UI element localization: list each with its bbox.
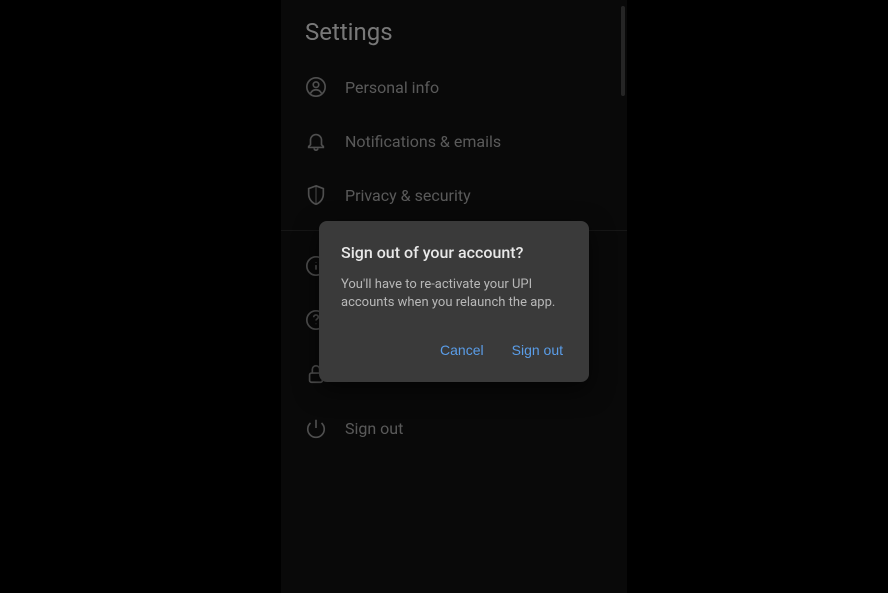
- menu-item-personal-info[interactable]: Personal info: [281, 60, 627, 114]
- cancel-button[interactable]: Cancel: [438, 336, 486, 364]
- menu-item-label: Personal info: [345, 78, 439, 97]
- dialog-actions: Cancel Sign out: [341, 336, 567, 370]
- dialog-body: You'll have to re-activate your UPI acco…: [341, 276, 567, 312]
- sign-out-button[interactable]: Sign out: [510, 336, 565, 364]
- menu-item-label: Notifications & emails: [345, 132, 501, 151]
- bell-icon: [305, 130, 327, 152]
- dialog-title: Sign out of your account?: [341, 243, 567, 262]
- menu-item-privacy[interactable]: Privacy & security: [281, 168, 627, 222]
- sign-out-dialog: Sign out of your account? You'll have to…: [319, 221, 589, 382]
- scrollbar[interactable]: [621, 6, 625, 96]
- power-icon: [305, 417, 327, 439]
- person-icon: [305, 76, 327, 98]
- menu-item-sign-out[interactable]: Sign out: [281, 401, 627, 455]
- shield-icon: [305, 184, 327, 206]
- menu-item-label: Privacy & security: [345, 186, 471, 205]
- page-title: Settings: [281, 0, 627, 60]
- menu-item-label: Sign out: [345, 419, 403, 438]
- menu-item-notifications[interactable]: Notifications & emails: [281, 114, 627, 168]
